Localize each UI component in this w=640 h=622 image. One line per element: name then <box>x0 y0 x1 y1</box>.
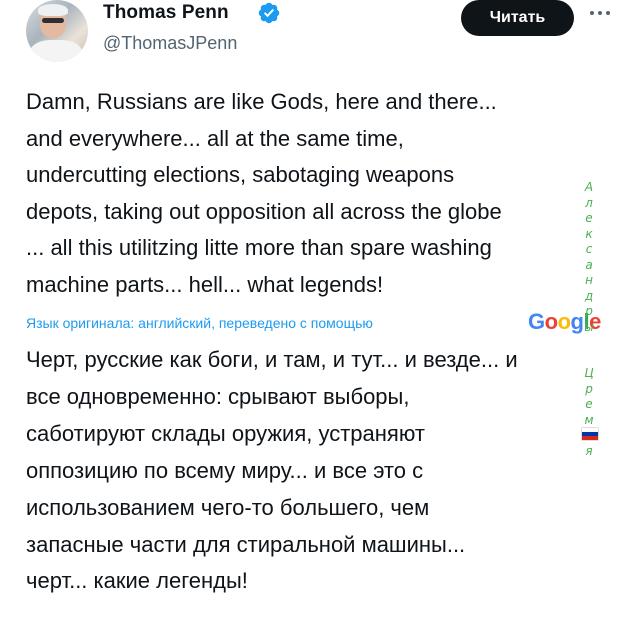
watermark-letter: л <box>585 195 593 210</box>
tweet-line: and everywhere... all at the same time, <box>26 125 404 151</box>
watermark-letter: к <box>585 226 593 241</box>
watermark-letter <box>579 335 599 351</box>
russian-flag-icon <box>582 428 598 440</box>
dot <box>606 11 610 15</box>
translated-line: запасные части для стиральной машины... <box>26 531 466 557</box>
dot <box>598 11 602 15</box>
author-handle[interactable]: @ThomasJPenn <box>103 33 237 54</box>
watermark-letter: е <box>585 211 593 225</box>
avatar-shirt <box>30 40 82 62</box>
google-logo-letter: o <box>557 309 571 334</box>
translated-line: оппозицию по всему миру... и все это с <box>26 457 424 483</box>
watermark-letter: Ц <box>584 366 594 380</box>
watermark-letter: н <box>585 273 593 287</box>
google-logo-letter: G <box>528 309 545 334</box>
verified-badge-icon <box>258 2 280 24</box>
flag-stripe-red <box>582 436 598 440</box>
watermark-letter: А <box>584 180 594 194</box>
tweet-line: Damn, Russians are like Gods, here and t… <box>26 89 497 114</box>
watermark-letter: с <box>585 242 593 256</box>
watermark-letter: р <box>585 381 593 396</box>
vertical-watermark: Александры Цремля <box>579 180 599 459</box>
translated-line: все одновременно: срывают выборы, <box>26 383 410 409</box>
watermark-letter: а <box>585 257 593 272</box>
follow-button[interactable]: Читать <box>461 0 574 36</box>
author-avatar[interactable] <box>26 0 88 62</box>
more-options-icon[interactable] <box>590 8 616 18</box>
translated-line: саботируют склады оружия, устраняют <box>26 420 425 446</box>
dot <box>590 11 594 15</box>
avatar-sunglasses <box>42 18 64 23</box>
watermark-letter: е <box>585 397 593 411</box>
tweet-line: undercutting elections, sabotaging weapo… <box>26 162 455 187</box>
avatar-hair <box>38 4 68 16</box>
tweet-line: depots, taking out opposition all across… <box>26 198 502 224</box>
tweet-translated-text: Черт, русские как боги, и там, и тут... … <box>26 342 626 600</box>
watermark-letter: ы <box>584 319 594 334</box>
translated-line: черт... какие легенды! <box>26 568 248 594</box>
translated-line: Черт, русские как боги, и там, и тут... … <box>26 347 518 372</box>
author-name[interactable]: Thomas Penn <box>103 2 229 24</box>
watermark-letter: я <box>585 443 593 458</box>
watermark-letter: м <box>584 412 594 427</box>
translated-line: использованием чего-то большего, чем <box>26 494 430 520</box>
tweet-original-text: Damn, Russians are like Gods, here and t… <box>26 84 626 303</box>
watermark-letter <box>579 351 599 367</box>
translation-note-link[interactable]: Язык оригинала: английский, переведено с… <box>26 315 373 331</box>
watermark-letter: д <box>584 288 594 303</box>
tweet-line: ... all this utilitzing litte more than … <box>26 235 492 260</box>
watermark-letter: р <box>585 304 593 318</box>
tweet-line: machine parts... hell... what legends! <box>26 271 384 297</box>
google-logo-letter: o <box>544 309 558 334</box>
